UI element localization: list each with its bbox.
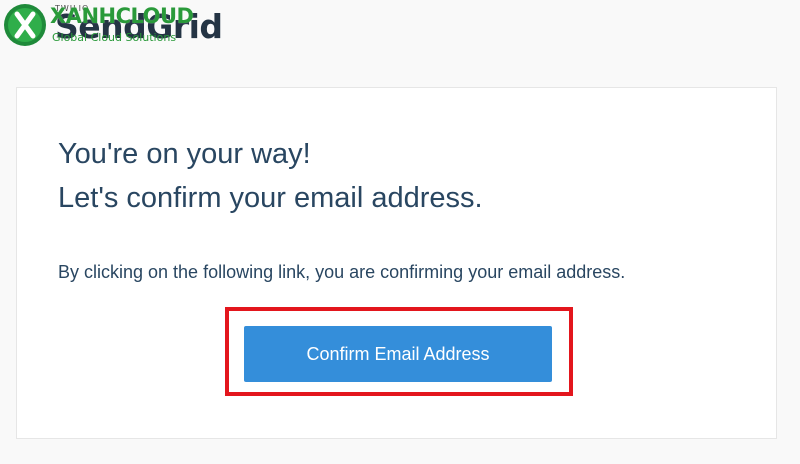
email-body-text: By clicking on the following link, you a…	[58, 262, 626, 282]
watermark-tagline: Global Cloud Solutions	[52, 31, 177, 44]
xanhcloud-logo-icon	[4, 4, 46, 46]
heading-line-1: You're on your way!	[58, 138, 311, 170]
email-card: You're on your way! Let's confirm your e…	[16, 87, 777, 439]
watermark-brand-name: XANHCLOUD	[50, 4, 194, 28]
confirm-email-button[interactable]: Confirm Email Address	[244, 326, 552, 382]
header-logo-area: TWILIO SendGrid XANHCLOUD Global Cloud S…	[0, 0, 230, 55]
heading-line-2: Let's confirm your email address.	[58, 182, 483, 214]
email-heading: You're on your way! Let's confirm your e…	[58, 132, 483, 220]
